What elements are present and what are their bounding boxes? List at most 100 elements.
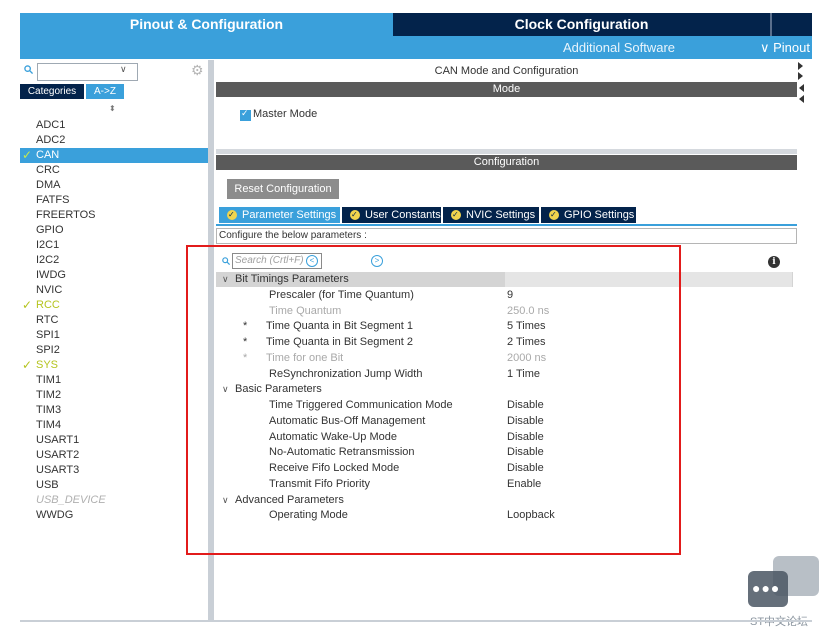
peripheral-label: WWDG (36, 509, 74, 521)
master-mode-label: Master Mode (253, 108, 318, 120)
mode-config-title: CAN Mode and Configuration (434, 65, 579, 77)
info-icon[interactable]: i (768, 256, 780, 268)
peripheral-label: DMA (36, 179, 61, 191)
config-tab-label: User Constants (365, 209, 441, 221)
peripheral-label: SPI1 (36, 329, 60, 341)
peripheral-item[interactable]: GPIO (20, 223, 208, 238)
peripheral-item[interactable]: FATFS (20, 193, 208, 208)
peripheral-item[interactable]: DMA (20, 178, 208, 193)
peripheral-label: USB (36, 479, 59, 491)
config-tab-label: Parameter Settings (242, 209, 337, 221)
sort-icon[interactable]: ⬍ (109, 104, 116, 113)
peripheral-label: GPIO (36, 224, 64, 236)
config-tabs: Parameter Settings User Constants NVIC Set… (216, 207, 797, 224)
peripheral-label: FATFS (36, 194, 70, 206)
sort-az-button[interactable]: A->Z (86, 84, 124, 99)
peripheral-label: I2C1 (36, 239, 60, 251)
peripheral-label: IWDG (36, 269, 66, 281)
configuration-header: Configuration (216, 155, 797, 170)
configure-instructions: Configure the below parameters : (216, 228, 797, 244)
peripheral-label: USART3 (36, 464, 80, 476)
config-tab[interactable]: User Constants (342, 207, 441, 223)
peripheral-label: USART1 (36, 434, 80, 446)
check-circle-icon (227, 207, 237, 223)
config-tab[interactable]: GPIO Settings (541, 207, 636, 223)
peripheral-label: RTC (36, 314, 59, 326)
peripheral-label: SPI2 (36, 344, 60, 356)
peripheral-label: USART2 (36, 449, 80, 461)
peripheral-item[interactable]: TIM2 (20, 388, 208, 403)
collapse-gutter (797, 60, 812, 620)
peripheral-item[interactable]: FREERTOS (20, 208, 208, 223)
config-tab-label: NVIC Settings (466, 209, 536, 221)
peripheral-label: TIM2 (36, 389, 62, 401)
top-tab-bar: Pinout & Configuration Clock Configurati… (20, 13, 812, 36)
collapse-arrows-icon[interactable] (797, 60, 805, 106)
check-icon: ✓ (22, 298, 33, 312)
master-mode-checkbox[interactable] (240, 108, 251, 121)
peripheral-label: RCC (36, 299, 60, 311)
check-circle-icon (451, 207, 461, 223)
categories-button[interactable]: Categories (20, 84, 84, 99)
tab-separator (770, 13, 772, 36)
config-tab[interactable]: Parameter Settings (219, 207, 340, 223)
peripheral-item[interactable]: SPI1 (20, 328, 208, 343)
highlight-annotation-box (186, 245, 681, 555)
peripheral-item[interactable]: SPI2 (20, 343, 208, 358)
peripheral-item[interactable]: I2C1 (20, 238, 208, 253)
peripheral-label: NVIC (36, 284, 63, 296)
peripheral-item[interactable]: USART2 (20, 448, 208, 463)
peripheral-item[interactable]: ✓ RCC (20, 298, 208, 313)
peripheral-item[interactable]: USB_DEVICE (20, 493, 208, 508)
peripheral-panel: ∨ ⚙ Categories A->Z ⬍ ADC1 ADC2 ✓ CAN CRC DMA… (20, 60, 208, 620)
peripheral-item[interactable]: RTC (20, 313, 208, 328)
section-splitter[interactable] (216, 149, 797, 154)
check-circle-icon (549, 207, 559, 223)
peripheral-item[interactable]: USART3 (20, 463, 208, 478)
sub-tab-bar: Additional Software ∨ Pinout (20, 36, 812, 59)
peripheral-label: TIM3 (36, 404, 62, 416)
peripheral-label: SYS (36, 359, 59, 371)
tab-additional-software[interactable]: Additional Software (563, 36, 675, 59)
check-icon: ✓ (22, 148, 33, 162)
peripheral-label: TIM1 (36, 374, 62, 386)
peripheral-item[interactable]: ✓ SYS (20, 358, 208, 373)
mode-header: Mode (216, 82, 797, 97)
peripheral-label: CRC (36, 164, 60, 176)
peripheral-item[interactable]: ✓ CAN (20, 148, 208, 163)
peripheral-label: TIM4 (36, 419, 62, 431)
tab-pinout-configuration[interactable]: Pinout & Configuration (20, 13, 393, 36)
peripheral-label: CAN (36, 149, 60, 161)
chevron-down-icon[interactable]: ∨ (120, 64, 127, 75)
peripheral-item[interactable]: USB (20, 478, 208, 493)
config-tab[interactable]: NVIC Settings (443, 207, 539, 223)
peripheral-label: USB_DEVICE (36, 494, 106, 506)
peripheral-item[interactable]: WWDG (20, 508, 208, 523)
peripheral-item[interactable]: IWDG (20, 268, 208, 283)
peripheral-item[interactable]: TIM3 (20, 403, 208, 418)
peripheral-item[interactable]: TIM4 (20, 418, 208, 433)
peripheral-item[interactable]: ADC1 (20, 118, 208, 133)
peripheral-item[interactable]: ADC2 (20, 133, 208, 148)
dots-icon: ●●● (752, 580, 781, 596)
check-icon: ✓ (22, 358, 33, 372)
peripheral-label: FREERTOS (36, 209, 96, 221)
peripheral-item[interactable]: I2C2 (20, 253, 208, 268)
tab-pinout-view[interactable]: ∨ Pinout (760, 36, 810, 59)
bottom-border (20, 620, 812, 622)
check-circle-icon (350, 207, 360, 223)
search-icon (24, 65, 33, 74)
reset-configuration-button[interactable]: Reset Configuration (227, 179, 339, 199)
peripheral-label: I2C2 (36, 254, 60, 266)
peripheral-item[interactable]: USART1 (20, 433, 208, 448)
gear-icon[interactable]: ⚙ (191, 63, 205, 77)
mode-section: Master Mode (216, 97, 797, 149)
peripheral-item[interactable]: CRC (20, 163, 208, 178)
tab-underline (216, 224, 797, 226)
config-tab-label: GPIO Settings (564, 209, 635, 221)
peripheral-label: ADC2 (36, 134, 66, 146)
peripheral-item[interactable]: TIM1 (20, 373, 208, 388)
tab-clock-configuration[interactable]: Clock Configuration (395, 13, 768, 36)
peripheral-item[interactable]: NVIC (20, 283, 208, 298)
peripheral-label: ADC1 (36, 119, 66, 131)
